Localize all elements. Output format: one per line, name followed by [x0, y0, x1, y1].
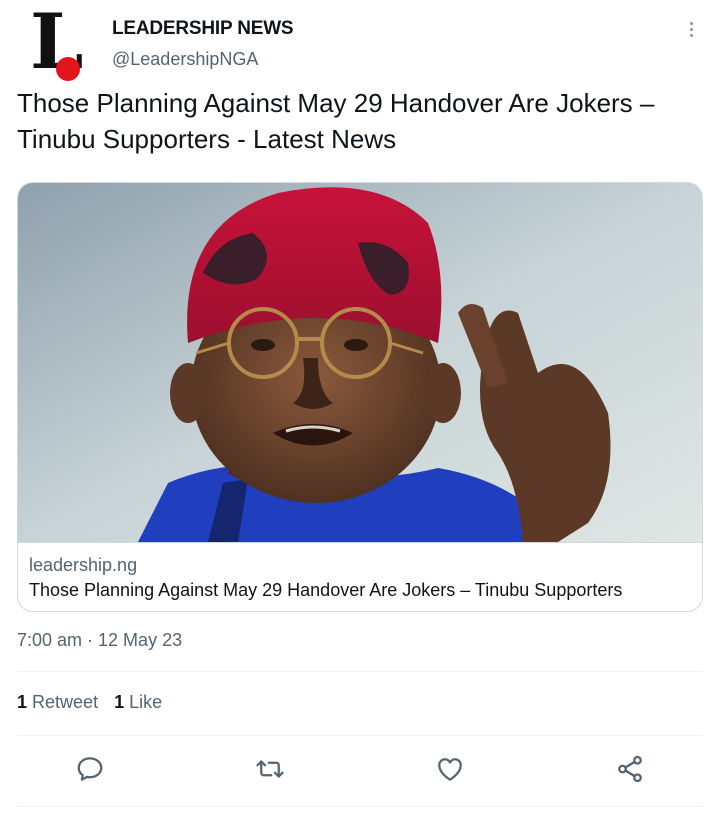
retweet-icon[interactable] — [255, 754, 285, 784]
card-meta[interactable]: leadership.ng Those Planning Against May… — [18, 542, 702, 611]
logo-red-dot — [56, 57, 80, 81]
retweets-count: 1 — [17, 692, 28, 712]
tweet-actions — [0, 740, 720, 804]
likes-stat[interactable]: 1 Like — [114, 692, 162, 713]
divider — [17, 806, 703, 807]
likes-count: 1 — [114, 692, 125, 712]
divider — [17, 671, 703, 672]
heart-icon[interactable] — [435, 754, 465, 784]
divider — [17, 735, 703, 736]
account-handle[interactable]: @LeadershipNGA — [112, 49, 258, 70]
tweet-text: Those Planning Against May 29 Handover A… — [17, 88, 655, 154]
leadership-logo-avatar[interactable]: L — [26, 4, 90, 81]
card-image — [18, 183, 702, 542]
tweet-timestamp[interactable]: 7:00 am · 12 May 23 — [17, 630, 182, 651]
retweets-label: Retweet — [32, 692, 99, 712]
more-vertical-icon[interactable] — [680, 14, 702, 44]
reply-icon[interactable] — [75, 754, 105, 784]
tweet-header: L LEADERSHIP NEWS @LeadershipNGA — [0, 0, 720, 84]
likes-label: Like — [129, 692, 163, 712]
card-title: Those Planning Against May 29 Handover A… — [29, 580, 623, 600]
link-card[interactable]: leadership.ng Those Planning Against May… — [17, 182, 703, 612]
card-domain: leadership.ng — [29, 555, 138, 575]
account-display-name[interactable]: LEADERSHIP NEWS — [112, 18, 294, 40]
tweet-stats: 1 Retweet 1 Like — [17, 692, 162, 713]
retweets-stat[interactable]: 1 Retweet — [17, 692, 98, 713]
share-icon[interactable] — [615, 754, 645, 784]
